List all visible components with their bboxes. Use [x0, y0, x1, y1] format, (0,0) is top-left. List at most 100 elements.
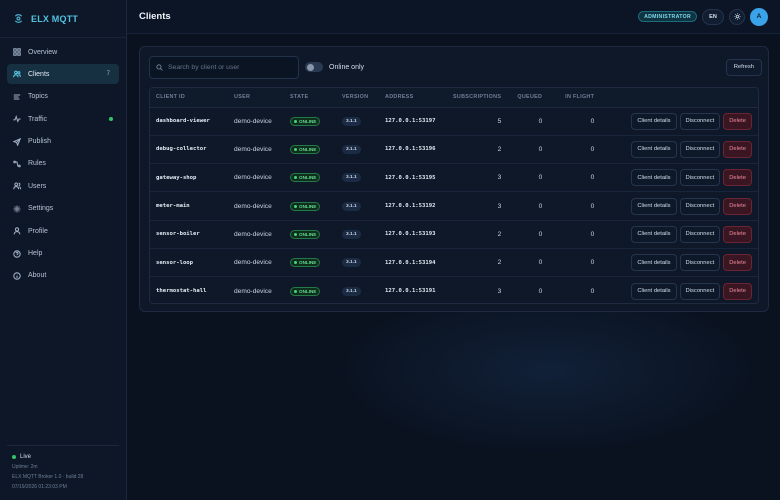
live-status: Live	[12, 454, 114, 460]
disconnect-button[interactable]: Disconnect	[679, 197, 721, 215]
sidebar-item-label: Clients	[28, 70, 50, 78]
column-header-client-id[interactable]: CLIENT ID	[150, 88, 228, 108]
column-header-queued[interactable]: QUEUED	[507, 88, 549, 108]
online-dot	[294, 147, 297, 151]
table-header-row: CLIENT ID USER STATE VERSION ADDRESS SUB…	[150, 88, 758, 108]
gear-icon	[13, 205, 21, 213]
clients-table: CLIENT ID USER STATE VERSION ADDRESS SUB…	[150, 88, 758, 303]
delete-button[interactable]: Delete	[723, 169, 752, 187]
sidebar-item-profile[interactable]: Profile	[7, 221, 119, 241]
traffic-live-indicator	[109, 117, 113, 122]
queued-cell: 0	[507, 135, 549, 165]
sidebar-item-settings[interactable]: Settings	[7, 199, 119, 219]
search-input[interactable]	[168, 63, 288, 71]
online-dot	[294, 261, 297, 265]
state-text: ONLINE	[299, 175, 317, 181]
subscriptions-cell: 2	[447, 220, 508, 249]
sidebar-item-rules[interactable]: Rules	[7, 154, 119, 174]
delete-button[interactable]: Delete	[723, 140, 752, 158]
column-header-user[interactable]: USER	[228, 88, 284, 108]
table-row: dashboard-viewer demo-device ONLINE 3.1.…	[150, 107, 758, 136]
sidebar-item-overview[interactable]: Overview	[7, 42, 119, 62]
actions-cell: Client details Disconnect Delete	[600, 248, 758, 278]
queued-cell: 0	[538, 287, 543, 295]
column-header-version[interactable]: VERSION	[336, 88, 379, 108]
help-icon	[13, 249, 21, 258]
state-cell: ONLINE	[284, 220, 336, 249]
delete-button[interactable]: Delete	[723, 112, 752, 130]
sidebar-item-users[interactable]: Users	[7, 176, 119, 196]
queued-cell: 0	[507, 191, 549, 221]
disconnect-button[interactable]: Disconnect	[679, 169, 721, 187]
column-header-subscriptions[interactable]: SUBSCRIPTIONS	[447, 88, 508, 108]
timestamp-text: 07/19/2026 01:23:03 PM	[12, 484, 67, 490]
live-status-label: Live	[20, 454, 32, 460]
client-details-button[interactable]: Client details	[631, 169, 677, 187]
refresh-button[interactable]: Refresh	[725, 58, 762, 76]
brand[interactable]: ELX MQTT	[0, 0, 126, 38]
search-box[interactable]	[149, 55, 299, 79]
client-details-button[interactable]: Client details	[631, 197, 677, 215]
user-cell: demo-device	[228, 107, 284, 136]
theme-toggle-button[interactable]	[729, 8, 745, 25]
sidebar-item-label: Users	[28, 182, 47, 190]
info-icon	[13, 272, 21, 280]
user-avatar[interactable]: A	[750, 7, 768, 26]
sidebar-item-label: Help	[28, 250, 43, 258]
state-text: ONLINE	[299, 288, 317, 294]
row-actions: Client details Disconnect Delete	[606, 282, 752, 300]
client-details-button[interactable]: Client details	[631, 112, 677, 130]
version-text: ELX MQTT Broker 1.0 · build 28	[12, 474, 84, 480]
app-root: ELX MQTT Overview Clients 7 Topics Traff…	[0, 0, 780, 500]
disconnect-button[interactable]: Disconnect	[679, 112, 721, 130]
sidebar-item-label: Traffic	[28, 115, 48, 123]
client-details-button[interactable]: Client details	[631, 282, 677, 300]
table-row: meter-main demo-device ONLINE 3.1.1 127.…	[150, 191, 758, 221]
state-cell: ONLINE	[284, 191, 336, 221]
sidebar-footer: Live Uptime: 2m ELX MQTT Broker 1.0 · bu…	[7, 445, 119, 490]
column-header-state[interactable]: STATE	[284, 88, 336, 108]
row-actions: Client details Disconnect Delete	[606, 197, 752, 215]
column-header-in-flight[interactable]: IN FLIGHT	[548, 88, 601, 108]
subscriptions-cell: 3	[447, 163, 508, 193]
sidebar-item-about[interactable]: About	[7, 266, 119, 286]
sidebar-item-label: Publish	[28, 138, 51, 146]
disconnect-button[interactable]: Disconnect	[679, 254, 721, 272]
state-cell: ONLINE	[284, 163, 336, 193]
sidebar-item-help[interactable]: Help	[7, 244, 119, 264]
clients-toolbar: Online only Refresh	[140, 47, 768, 87]
version-cell: 3.1.1	[336, 248, 379, 278]
delete-button[interactable]: Delete	[723, 282, 752, 300]
disconnect-button[interactable]: Disconnect	[679, 140, 721, 158]
client-id-cell: sensor-loop	[150, 248, 228, 278]
actions-cell: Client details Disconnect Delete	[600, 135, 758, 165]
client-details-button[interactable]: Client details	[631, 140, 677, 158]
queued-cell: 0	[507, 107, 549, 136]
address-cell: 127.0.0.1:53197	[379, 107, 447, 136]
sidebar-item-publish[interactable]: Publish	[7, 132, 119, 152]
version-cell: 3.1.1	[336, 107, 379, 136]
state-badge: ONLINE	[290, 201, 321, 211]
sidebar-item-label: Rules	[28, 160, 46, 168]
delete-button[interactable]: Delete	[723, 225, 752, 243]
user-cell: demo-device	[228, 135, 284, 165]
client-id-cell: gateway-shop	[150, 163, 228, 193]
column-header-address[interactable]: ADDRESS	[379, 88, 447, 108]
subscriptions-cell: 2	[447, 135, 508, 165]
delete-button[interactable]: Delete	[723, 197, 752, 215]
disconnect-button[interactable]: Disconnect	[679, 225, 721, 243]
sidebar-item-clients[interactable]: Clients 7	[7, 64, 119, 85]
sidebar-item-topics[interactable]: Topics	[7, 87, 119, 107]
rules-icon	[13, 160, 21, 168]
sidebar-item-label: Overview	[28, 48, 58, 56]
language-button[interactable]: EN	[702, 8, 724, 25]
client-details-button[interactable]: Client details	[631, 225, 677, 243]
delete-button[interactable]: Delete	[723, 254, 752, 272]
toggle-knob	[306, 63, 314, 71]
sidebar-item-traffic[interactable]: Traffic	[7, 109, 119, 129]
address-cell: 127.0.0.1:53195	[379, 163, 447, 193]
client-details-button[interactable]: Client details	[631, 254, 677, 272]
online-only-toggle[interactable]	[305, 62, 323, 72]
disconnect-button[interactable]: Disconnect	[679, 282, 721, 300]
sidebar-item-label: Settings	[28, 205, 54, 213]
